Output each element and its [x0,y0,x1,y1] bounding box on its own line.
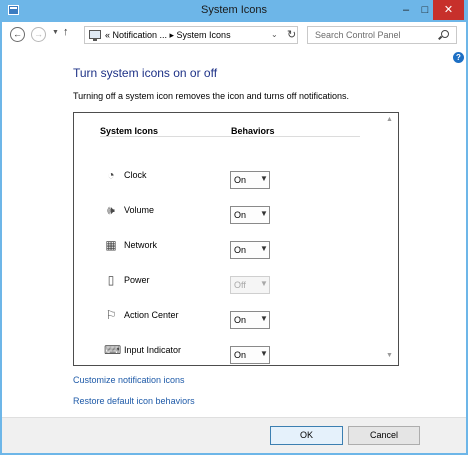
navigation-bar: ← → ▼ ↑ « Notification ... ▸ System Icon… [2,22,466,48]
dialog-footer: OK Cancel [2,417,466,453]
behavior-select-input-indicator[interactable]: On ▼ [230,346,270,364]
row-label-network: Network [124,240,158,250]
list-item: ▯ Power Off ▼ [74,272,374,296]
select-value: On [234,245,247,255]
help-icon[interactable]: ? [453,52,464,63]
maximize-button[interactable]: □ [417,0,433,20]
select-value: Off [234,280,246,290]
chevron-down-icon: ▼ [260,209,268,218]
cancel-button[interactable]: Cancel [348,426,420,445]
recent-pages-chevron-down-icon[interactable]: ▼ [52,29,59,36]
list-item: 🕪 Volume On ▼ [74,202,374,226]
column-header-system-icons: System Icons [100,126,159,136]
refresh-icon[interactable]: ↻ [287,28,296,41]
header-divider [100,136,360,137]
search-input[interactable]: Search Control Panel [315,30,401,40]
list-item: ◔ Clock On ▼ [74,167,374,191]
action-center-flag-icon: ⚐ [105,308,117,322]
address-chevron-down-icon[interactable]: ⌄ [271,30,278,39]
row-label-action-center: Action Center [124,310,179,320]
chevron-down-icon: ▼ [260,279,268,288]
chevron-down-icon: ▼ [260,314,268,323]
vertical-scrollbar[interactable]: ▲ ▼ [382,114,398,364]
forward-arrow-icon[interactable]: → [31,27,46,42]
search-icon[interactable] [441,30,449,38]
system-icons-list: System Icons Behaviors ◔ Clock On ▼ 🕪 Vo… [73,112,399,366]
address-path[interactable]: « Notification ... ▸ System Icons [105,30,231,41]
search-box[interactable]: Search Control Panel [307,26,457,44]
select-value: On [234,350,247,360]
chevron-down-icon: ▼ [260,349,268,358]
select-value: On [234,210,247,220]
behavior-select-action-center[interactable]: On ▼ [230,311,270,329]
scroll-down-arrow-icon[interactable]: ▼ [386,352,393,359]
keyboard-icon: ⌨ [104,343,122,357]
address-bar[interactable]: « Notification ... ▸ System Icons ⌄ ↻ [84,26,298,44]
row-label-power: Power [124,275,150,285]
network-icon: ▦ [105,238,117,252]
page-title: Turn system icons on or off [73,66,218,80]
chevron-down-icon: ▼ [260,174,268,183]
minimize-button[interactable]: – [395,0,417,20]
behavior-select-power: Off ▼ [230,276,270,294]
clock-icon: ◔ [107,168,115,182]
list-item: ⌨ Input Indicator On ▼ [74,342,374,366]
behavior-select-clock[interactable]: On ▼ [230,171,270,189]
up-arrow-icon[interactable]: ↑ [63,26,69,38]
column-header-behaviors: Behaviors [231,126,275,136]
window: System Icons – □ ✕ ← → ▼ ↑ « Notificatio… [0,0,468,455]
row-label-input-indicator: Input Indicator [124,345,182,355]
close-button[interactable]: ✕ [433,0,464,20]
chevron-down-icon: ▼ [260,244,268,253]
row-label-clock: Clock [124,170,147,180]
list-item: ⚐ Action Center On ▼ [74,307,374,331]
power-icon: ▯ [107,273,115,287]
select-value: On [234,175,247,185]
list-item: ▦ Network On ▼ [74,237,374,261]
row-label-volume: Volume [124,205,155,215]
select-value: On [234,315,247,325]
customize-notification-icons-link[interactable]: Customize notification icons [73,375,185,385]
behavior-select-network[interactable]: On ▼ [230,241,270,259]
behavior-select-volume[interactable]: On ▼ [230,206,270,224]
volume-icon: 🕪 [107,203,115,217]
title-bar[interactable]: System Icons – □ ✕ [0,0,468,22]
back-arrow-icon[interactable]: ← [10,27,25,42]
computer-icon [89,30,101,41]
restore-default-icon-behaviors-link[interactable]: Restore default icon behaviors [73,396,195,406]
ok-button[interactable]: OK [270,426,343,445]
scroll-up-arrow-icon[interactable]: ▲ [386,116,393,123]
page-description: Turning off a system icon removes the ic… [73,91,349,101]
client-area: ← → ▼ ↑ « Notification ... ▸ System Icon… [2,22,466,453]
